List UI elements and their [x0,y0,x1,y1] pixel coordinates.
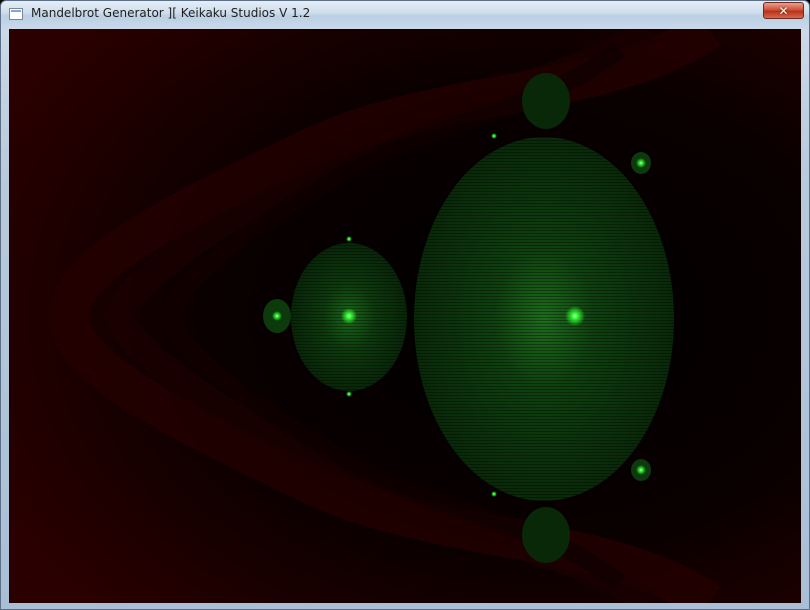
mandelbrot-render [9,29,801,603]
spark-top-right [636,158,646,168]
close-icon: ✕ [778,3,789,18]
title-bar[interactable]: Mandelbrot Generator ][ Keikaku Studios … [1,1,809,28]
spark-p2-top [346,236,352,242]
app-window: Mandelbrot Generator ][ Keikaku Studios … [0,0,810,610]
spark-main [565,306,585,326]
spark-p2-bottom [346,391,352,397]
main-cardioid-scanlines [414,137,674,501]
application-window-icon[interactable] [9,8,23,20]
spark-top-small [491,133,497,139]
spark-bottom-right [636,465,646,475]
fractal-canvas[interactable] [9,29,801,603]
spark-bottom-small [491,491,497,497]
bottom-bulb [522,507,570,563]
top-bulb [522,73,570,129]
spark-period2 [341,308,357,324]
close-button[interactable]: ✕ [763,2,804,19]
window-title: Mandelbrot Generator ][ Keikaku Studios … [31,6,311,20]
spark-period4 [272,311,282,321]
